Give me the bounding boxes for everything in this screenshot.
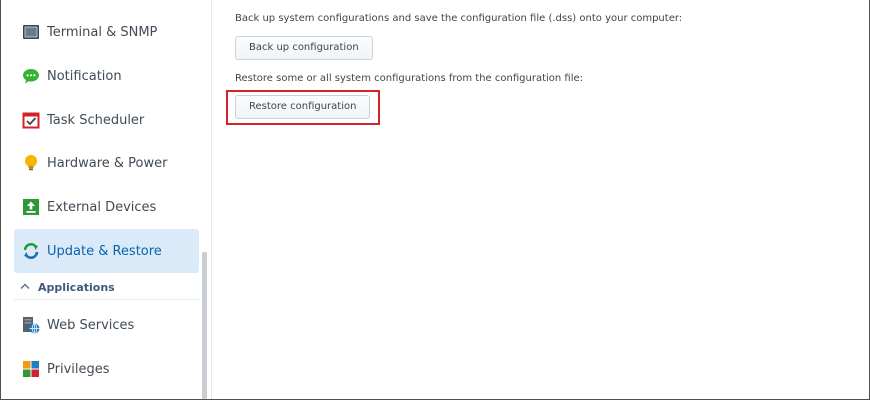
sidebar-item-hardware-power[interactable]: Hardware & Power	[14, 141, 199, 185]
restore-button-highlight	[226, 90, 380, 125]
section-label: Applications	[38, 281, 115, 294]
external-device-upload-icon	[22, 198, 40, 216]
sidebar-item-external-devices[interactable]: External Devices	[14, 185, 199, 229]
chevron-up-icon	[20, 282, 30, 293]
sidebar-item-privileges[interactable]: Privileges	[14, 347, 199, 391]
restore-description: Restore some or all system configuration…	[235, 73, 583, 84]
sidebar-item-label: Hardware & Power	[47, 155, 168, 171]
sidebar-item-notification[interactable]: Notification	[14, 54, 199, 98]
terminal-icon	[22, 23, 40, 41]
sidebar: Terminal & SNMP Notification Task Schedu…	[2, 0, 212, 399]
main-panel: Back up system configurations and save t…	[212, 0, 869, 399]
privileges-blocks-icon	[22, 360, 40, 378]
sidebar-item-update-restore[interactable]: Update & Restore	[14, 229, 199, 273]
calendar-check-icon	[22, 111, 40, 129]
sidebar-item-label: Update & Restore	[47, 243, 162, 259]
web-services-globe-icon	[22, 316, 40, 334]
sidebar-scrollbar[interactable]	[202, 252, 207, 399]
sidebar-item-web-services[interactable]: Web Services	[14, 303, 199, 347]
backup-configuration-button[interactable]: Back up configuration	[235, 36, 373, 60]
sidebar-item-label: Web Services	[47, 317, 135, 333]
app-window: Terminal & SNMP Notification Task Schedu…	[0, 0, 870, 400]
sidebar-item-label: Terminal & SNMP	[47, 24, 158, 40]
update-refresh-icon	[22, 242, 40, 260]
notification-bubble-icon	[22, 67, 40, 85]
sidebar-item-label: External Devices	[47, 199, 157, 215]
sidebar-item-label: Privileges	[47, 361, 110, 377]
lightbulb-icon	[22, 154, 40, 172]
section-header-applications[interactable]: Applications	[14, 276, 199, 300]
sidebar-item-label: Task Scheduler	[47, 112, 145, 128]
sidebar-item-label: Notification	[47, 68, 122, 84]
sidebar-item-terminal-snmp[interactable]: Terminal & SNMP	[14, 10, 199, 54]
sidebar-item-task-scheduler[interactable]: Task Scheduler	[14, 98, 199, 142]
backup-description: Back up system configurations and save t…	[235, 13, 683, 24]
